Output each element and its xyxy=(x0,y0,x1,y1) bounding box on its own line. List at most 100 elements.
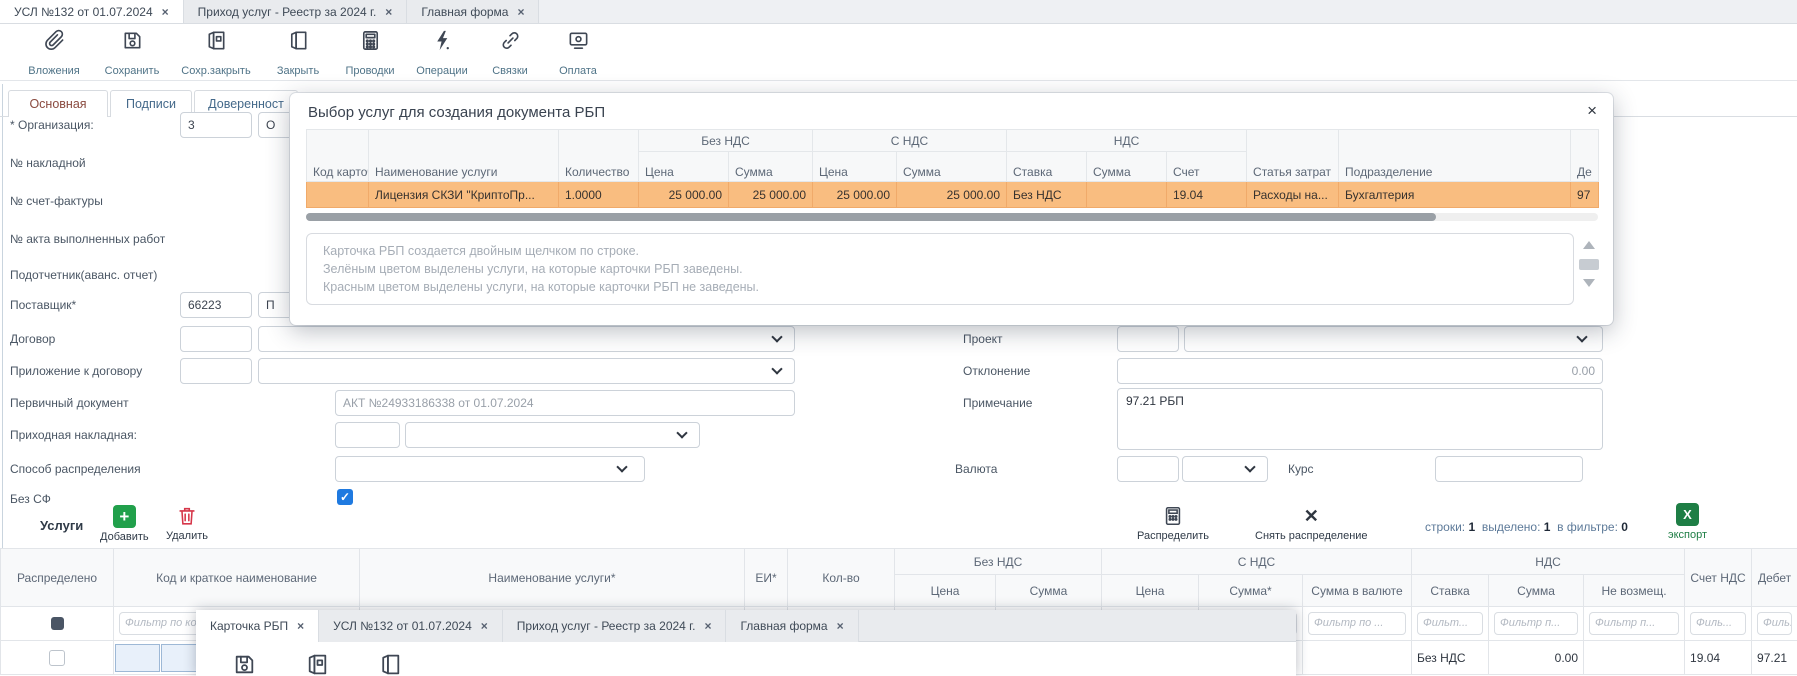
cell-account[interactable]: 19.04 xyxy=(1167,182,1247,208)
filter-input[interactable]: Фильтр п... xyxy=(1494,612,1578,635)
tab-glavnaya-forma[interactable]: Главная форма × xyxy=(407,0,539,23)
col-debit[interactable]: Дебет xyxy=(1752,549,1797,607)
cell-quantity[interactable]: 1.0000 xyxy=(559,182,639,208)
filter-input[interactable]: Филь... xyxy=(1690,612,1746,635)
currency-code-input[interactable] xyxy=(1117,456,1179,482)
cell-rbp-code[interactable] xyxy=(307,182,369,208)
filter-non-refund[interactable]: Фильтр п... xyxy=(1584,607,1685,641)
supplier-code-input[interactable]: 66223 xyxy=(180,292,252,318)
filter-input[interactable]: Фильтр п... xyxy=(1589,612,1679,635)
filter-sum3[interactable]: Фильтр п... xyxy=(1489,607,1584,641)
scrollbar-thumb[interactable] xyxy=(306,213,1436,221)
col-sum1[interactable]: Сумма xyxy=(996,575,1102,607)
deviation-input[interactable]: 0.00 xyxy=(1117,358,1603,384)
col-sum2[interactable]: Сумма* xyxy=(1199,575,1303,607)
distribute-button[interactable]: Распределить xyxy=(1137,505,1209,542)
col-price2[interactable]: Цена xyxy=(813,152,897,182)
scroll-down-icon[interactable] xyxy=(1583,279,1595,287)
cell-sum3[interactable]: 0.00 xyxy=(1489,641,1584,675)
filter-distributed[interactable] xyxy=(1,607,114,641)
project-code-input[interactable] xyxy=(1117,326,1179,352)
form-tab-osnovnaya[interactable]: Основная xyxy=(8,90,108,117)
dialog-close-icon[interactable]: × xyxy=(1587,101,1597,121)
col-service[interactable]: Наименование услуги* xyxy=(360,549,745,607)
filter-input[interactable]: Фильтр по ... xyxy=(1308,612,1406,635)
cell-cost-item[interactable]: Расходы на... xyxy=(1247,182,1339,208)
add-row-button[interactable]: + Добавить xyxy=(100,505,149,543)
tab-close-icon[interactable]: × xyxy=(517,5,524,19)
door-icon[interactable] xyxy=(378,652,403,676)
cell-rate[interactable]: Без НДС xyxy=(1007,182,1087,208)
col-service-name[interactable]: Наименование услуги xyxy=(369,130,559,182)
annex-select[interactable] xyxy=(258,358,795,384)
save-icon[interactable] xyxy=(232,652,257,676)
cell-sum3[interactable] xyxy=(1087,182,1167,208)
col-unit[interactable]: ЕИ* xyxy=(745,549,788,607)
col-rate[interactable]: Ставка xyxy=(1412,575,1489,607)
col-sum-currency[interactable]: Сумма в валюте xyxy=(1303,575,1412,607)
cell-sum1[interactable]: 25 000.00 xyxy=(729,182,813,208)
cell-non-refund[interactable] xyxy=(1584,641,1685,675)
delete-row-button[interactable]: Удалить xyxy=(166,505,208,542)
cell-price2[interactable]: 25 000.00 xyxy=(813,182,897,208)
cell-nds-account[interactable]: 19.04 xyxy=(1685,641,1752,675)
tab-close-icon[interactable]: × xyxy=(385,5,392,19)
tab-usl-132[interactable]: УСЛ №132 от 01.07.2024 × xyxy=(0,0,184,23)
selected-cell[interactable] xyxy=(115,644,160,672)
col-quantity[interactable]: Количество xyxy=(559,130,639,182)
filter-debit[interactable]: Филь... xyxy=(1752,607,1797,641)
filter-input[interactable]: Фильт... xyxy=(1417,612,1483,635)
save-close-button[interactable]: Сохр.закрыть xyxy=(170,29,262,77)
col-cost-item[interactable]: Статья затрат xyxy=(1247,130,1339,182)
col-sum3[interactable]: Сумма xyxy=(1087,152,1167,182)
organization-code-input[interactable]: 3 xyxy=(180,112,252,138)
col-rate[interactable]: Ставка xyxy=(1007,152,1087,182)
annex-code-input[interactable] xyxy=(180,358,252,384)
filter-checkbox-icon[interactable] xyxy=(51,617,64,630)
tab-usl-132[interactable]: УСЛ №132 от 01.07.2024 × xyxy=(319,610,503,642)
contract-select[interactable] xyxy=(258,326,795,352)
vertical-scrollbar-thumb[interactable] xyxy=(1579,259,1599,270)
project-select[interactable] xyxy=(1184,326,1603,352)
cell-division[interactable]: Бухгалтерия xyxy=(1339,182,1571,208)
cell-debit[interactable]: 97.21 xyxy=(1752,641,1797,675)
tab-close-icon[interactable]: × xyxy=(704,619,711,633)
rate-input[interactable] xyxy=(1435,456,1583,482)
scroll-up-icon[interactable] xyxy=(1583,241,1595,249)
filter-rate[interactable]: Фильт... xyxy=(1412,607,1489,641)
col-rbp-code[interactable]: Код карточки РБП xyxy=(307,130,369,182)
cell-distributed[interactable] xyxy=(1,641,114,675)
col-price1[interactable]: Цена xyxy=(895,575,996,607)
col-price2[interactable]: Цена xyxy=(1102,575,1199,607)
export-button[interactable]: X экспорт xyxy=(1668,503,1707,541)
cell-debit[interactable]: 97 xyxy=(1571,182,1599,208)
tab-close-icon[interactable]: × xyxy=(837,619,844,633)
row-checkbox[interactable] xyxy=(49,650,65,666)
tab-close-icon[interactable]: × xyxy=(162,5,169,19)
undistribute-button[interactable]: ✕ Снять распределение xyxy=(1255,505,1368,542)
note-textarea[interactable]: 97.21 РБП xyxy=(1117,388,1603,450)
col-qty[interactable]: Кол-во xyxy=(788,549,895,607)
save-close-icon[interactable] xyxy=(305,652,330,676)
incoming-select[interactable] xyxy=(405,422,700,448)
cell-service-name[interactable]: Лицензия СКЗИ "КриптоПр... xyxy=(369,182,559,208)
col-division[interactable]: Подразделение xyxy=(1339,130,1571,182)
col-code-name[interactable]: Код и краткое наименование xyxy=(114,549,360,607)
currency-select[interactable] xyxy=(1182,456,1268,482)
col-account[interactable]: Счет xyxy=(1167,152,1247,182)
col-debit[interactable]: Де xyxy=(1571,130,1599,182)
tab-prihod-uslug[interactable]: Приход услуг - Реестр за 2024 г. × xyxy=(184,0,408,23)
col-non-refund[interactable]: Не возмещ. xyxy=(1584,575,1685,607)
tab-prihod-uslug[interactable]: Приход услуг - Реестр за 2024 г. × xyxy=(503,610,727,642)
horizontal-scrollbar[interactable] xyxy=(306,213,1598,221)
contract-code-input[interactable] xyxy=(180,326,252,352)
filter-sum-currency[interactable]: Фильтр по ... xyxy=(1303,607,1412,641)
tab-close-icon[interactable]: × xyxy=(481,619,488,633)
cell-price1[interactable]: 25 000.00 xyxy=(639,182,729,208)
primary-doc-input[interactable]: АКТ №24933186338 от 01.07.2024 xyxy=(335,390,795,416)
no-sf-checkbox[interactable]: ✓ xyxy=(337,489,353,505)
col-sum2[interactable]: Сумма xyxy=(897,152,1007,182)
col-sum3[interactable]: Сумма xyxy=(1489,575,1584,607)
col-distributed[interactable]: Распределено xyxy=(1,549,114,607)
col-nds-account[interactable]: Счет НДС xyxy=(1685,549,1752,607)
